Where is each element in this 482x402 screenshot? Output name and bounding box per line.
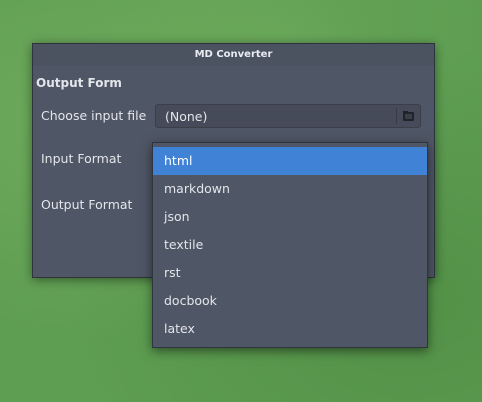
dropdown-item-markdown[interactable]: markdown: [153, 175, 427, 203]
window-title: MD Converter: [33, 44, 434, 66]
output-format-label: Output Format: [41, 197, 133, 212]
dropdown-item-latex[interactable]: latex: [153, 315, 427, 343]
input-file-value: (None): [165, 109, 208, 124]
dropdown-item-docbook[interactable]: docbook: [153, 287, 427, 315]
dropdown-item-textile[interactable]: textile: [153, 231, 427, 259]
input-file-label: Choose input file: [41, 108, 147, 123]
dropdown-item-html[interactable]: html: [153, 147, 427, 175]
dropdown-item-json[interactable]: json: [153, 203, 427, 231]
format-dropdown-menu: html markdown json textile rst docbook l…: [152, 142, 428, 348]
folder-icon[interactable]: [400, 108, 417, 124]
chooser-separator: [396, 108, 397, 124]
input-file-chooser[interactable]: (None): [155, 104, 421, 128]
input-format-label: Input Format: [41, 151, 122, 166]
section-title-output-form: Output Form: [36, 76, 122, 90]
dropdown-item-rst[interactable]: rst: [153, 259, 427, 287]
